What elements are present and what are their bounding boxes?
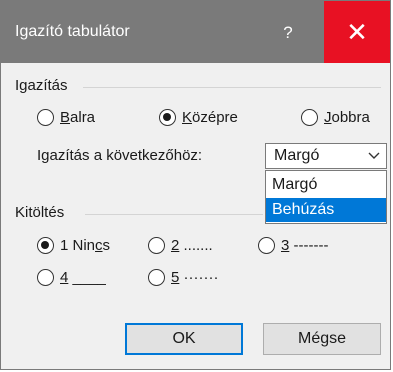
radio-fill-dots-label: 2 ....... — [171, 237, 213, 254]
radio-right-label: Jobbra — [324, 109, 370, 126]
relative-to-value: Margó — [274, 147, 320, 164]
radio-fill-middle-dots[interactable]: 5 ······· — [148, 269, 218, 286]
dropdown-option-margin[interactable]: Margó — [266, 173, 386, 197]
radio-right[interactable]: Jobbra — [301, 109, 370, 126]
radio-fill-dashes-indicator — [258, 237, 275, 254]
fill-group-label: Kitöltés — [15, 204, 65, 221]
radio-fill-none-indicator — [37, 237, 54, 254]
relative-to-combobox[interactable]: Margó — [265, 143, 387, 169]
radio-fill-none-label: 1 Nincs — [60, 237, 111, 254]
radio-fill-underline-indicator — [37, 269, 54, 286]
ok-button[interactable]: OK — [125, 323, 243, 355]
dropdown-option-indent[interactable]: Behúzás — [266, 198, 386, 222]
radio-fill-underline-label: 4 ____ — [60, 269, 106, 286]
radio-center[interactable]: Középre — [159, 109, 238, 126]
radio-center-indicator — [159, 109, 176, 126]
alignment-group-divider — [83, 87, 381, 88]
radio-fill-dots[interactable]: 2 ....... — [148, 237, 213, 254]
close-icon: ✕ — [346, 17, 368, 47]
chevron-down-icon[interactable] — [361, 144, 386, 168]
radio-center-label: Középre — [182, 109, 238, 126]
relative-to-label: Igazítás a következőhöz: — [37, 147, 203, 164]
radio-right-indicator — [301, 109, 318, 126]
radio-fill-none[interactable]: 1 Nincs — [37, 237, 110, 254]
radio-fill-dashes[interactable]: 3 ------- — [258, 237, 328, 254]
relative-to-dropdown-list: Margó Behúzás — [265, 170, 387, 224]
radio-fill-middle-dots-label: 5 ······· — [171, 269, 219, 286]
radio-fill-dashes-label: 3 ------- — [281, 237, 329, 254]
radio-fill-underline[interactable]: 4 ____ — [37, 269, 106, 286]
radio-left-indicator — [37, 109, 54, 126]
dialog-title: Igazító tabulátor — [15, 23, 130, 40]
cancel-button[interactable]: Mégse — [263, 323, 381, 355]
radio-fill-middle-dots-indicator — [148, 269, 165, 286]
fill-group-divider — [85, 214, 263, 215]
radio-left-label: Balra — [60, 109, 96, 126]
radio-fill-dots-indicator — [148, 237, 165, 254]
help-button[interactable]: ? — [265, 11, 311, 55]
tab-alignment-dialog: Igazító tabulátor ? ✕ Igazítás Balra Köz… — [0, 0, 391, 370]
alignment-group-label: Igazítás — [15, 77, 68, 94]
radio-left[interactable]: Balra — [37, 109, 95, 126]
close-button[interactable]: ✕ — [324, 1, 390, 63]
title-bar: Igazító tabulátor ? ✕ — [1, 1, 390, 63]
